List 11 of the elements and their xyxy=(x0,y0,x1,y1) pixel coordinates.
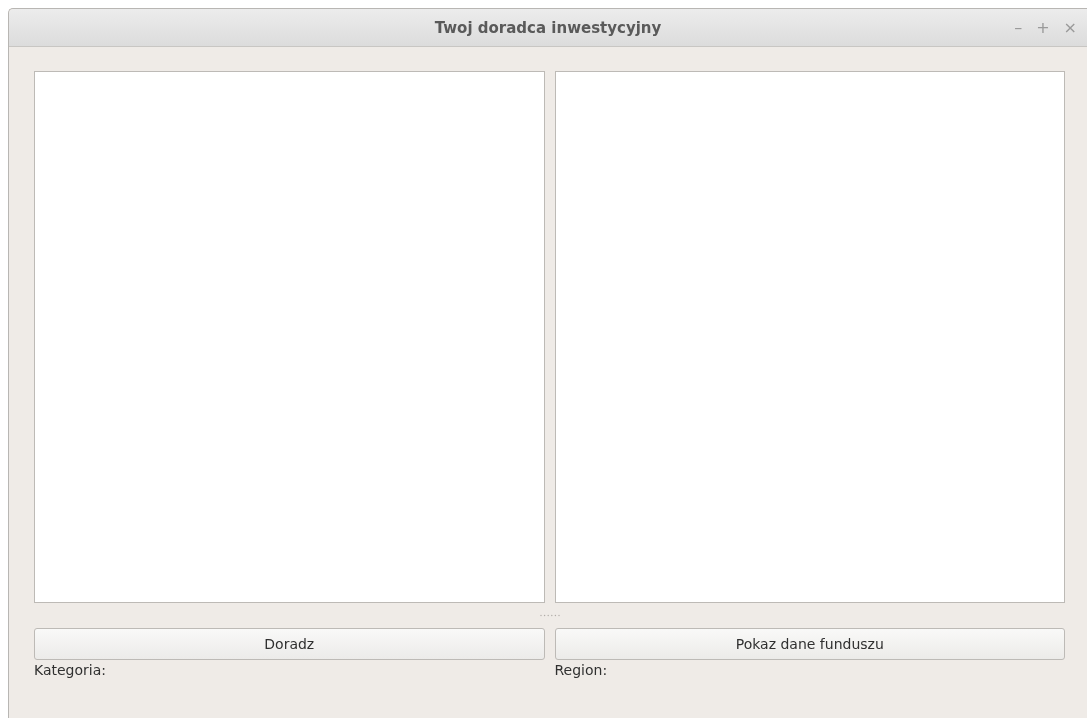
splitter-handle-icon[interactable] xyxy=(538,614,561,617)
action-button[interactable]: Pokaz dane funduszu xyxy=(554,628,1065,660)
window-control[interactable]: × xyxy=(1063,18,1077,37)
field-label: Kategoria: xyxy=(34,661,106,678)
window-control[interactable]: – xyxy=(1014,18,1023,37)
list-panel[interactable] xyxy=(554,71,1065,603)
field-label: Region: xyxy=(554,661,608,678)
action-button[interactable]: Doradz xyxy=(34,628,545,660)
list-panel[interactable] xyxy=(34,71,545,603)
window-title: Twoj doradca inwestycyjny xyxy=(434,18,662,37)
window-control[interactable]: + xyxy=(1036,18,1050,37)
